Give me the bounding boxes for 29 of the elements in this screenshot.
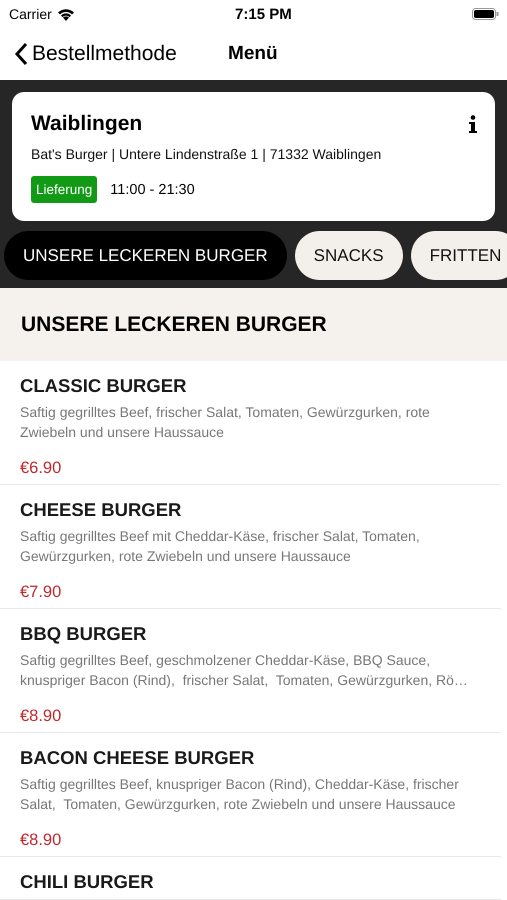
- category-tab[interactable]: UNSERE LECKEREN BURGER: [4, 231, 287, 280]
- item-name[interactable]: CLASSIC BURGER: [20, 375, 481, 397]
- item-description: Saftig gegrilltes Beef, geschmolzener Cheddar-Käse, BBQ Sauce, knuspriger Bacon (Rind), frischer Salat, Tomaten, Gewürzgurken, Rö…: [20, 651, 469, 690]
- category-tab[interactable]: FRITTEN: [410, 231, 507, 280]
- wifi-icon: [56, 8, 75, 20]
- delivery-badge: Lieferung: [31, 176, 98, 203]
- category-tab[interactable]: SNACKS: [294, 231, 403, 280]
- back-button[interactable]: Bestellmethode: [14, 42, 228, 66]
- item-price: €6.90: [20, 459, 62, 478]
- store-name: Waiblingen: [31, 112, 142, 136]
- item-name[interactable]: CHEESE BURGER: [20, 499, 481, 521]
- carrier-label: Carrier: [9, 6, 52, 22]
- item-price: €8.90: [20, 707, 62, 726]
- item-name[interactable]: CHILI BURGER: [20, 871, 481, 893]
- info-icon[interactable]: [469, 115, 477, 133]
- section-title: UNSERE LECKEREN BURGER: [21, 312, 327, 336]
- opening-hours: 11:00 - 21:30: [110, 182, 195, 198]
- chevron-left-icon: [14, 42, 28, 66]
- item-description: Saftig gegrilltes Beef mit Cheddar-Käse, frischer Salat, Tomaten, Gewürzgurken, rote Zwiebeln und unsere Haussauce: [20, 527, 421, 566]
- item-name[interactable]: BACON CHEESE BURGER: [20, 747, 481, 769]
- item-description: Saftig gegrilltes Beef, frischer Salat, Tomaten, Gewürzgurken, rote Zwiebeln und unsere Haussauce: [20, 403, 431, 442]
- clock-time: 7:15 PM: [235, 6, 292, 22]
- battery-icon: [472, 8, 499, 20]
- item-price: €8.90: [20, 831, 62, 850]
- page-title: Menü: [228, 43, 278, 65]
- item-name[interactable]: BBQ BURGER: [20, 623, 481, 645]
- store-address: Bat's Burger | Untere Lindenstraße 1 | 71332 Waiblingen: [31, 146, 382, 162]
- item-description: Saftig gegrilltes Beef, knuspriger Bacon (Rind), Cheddar-Käse, frischer Salat, Tomaten, Gewürzgurken, rote Zwiebeln und unsere Haussauce: [20, 775, 460, 814]
- item-price: €7.90: [20, 583, 62, 602]
